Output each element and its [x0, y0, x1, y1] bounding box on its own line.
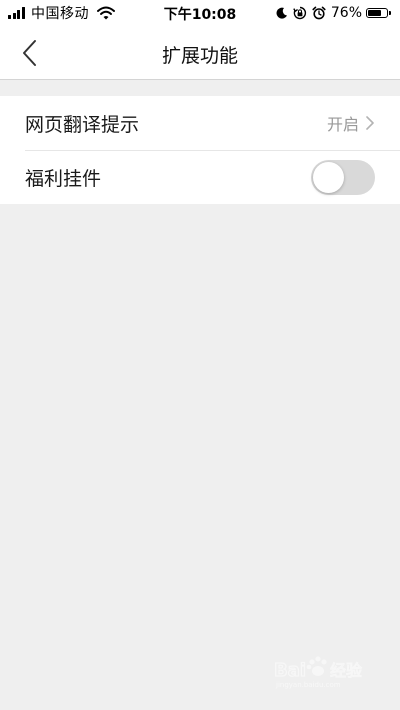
signal-icon: [8, 7, 26, 19]
status-left: 中国移动: [8, 4, 115, 22]
page-title: 扩展功能: [161, 45, 238, 67]
status-bar: 中国移动 下午10:08 76%: [0, 0, 400, 26]
toggle-knob: [313, 161, 344, 193]
back-button[interactable]: [14, 38, 44, 68]
svg-text:Bai: Bai: [274, 660, 306, 681]
setting-value: 开启: [326, 115, 359, 134]
setting-label: 网页翻译提示: [25, 113, 140, 136]
nav-bar: 扩展功能: [0, 26, 400, 80]
battery-tip: [389, 11, 391, 15]
alarm-icon: [312, 6, 326, 20]
status-right: 76%: [271, 4, 391, 22]
moon-icon: [276, 7, 288, 19]
baidu-jingyan-watermark: Bai 经验 jingyan.baidu.com: [273, 650, 374, 690]
battery-fill: [368, 10, 381, 16]
svg-text:经验: 经验: [330, 661, 362, 680]
carrier-label: 中国移动: [31, 6, 89, 22]
setting-label: 福利挂件: [25, 167, 102, 190]
battery-icon: [366, 8, 388, 18]
chevron-right-icon: [365, 115, 375, 131]
rotation-lock-icon: [293, 6, 307, 20]
setting-row-welfare-widget: 福利挂件: [0, 150, 400, 204]
welfare-widget-toggle[interactable]: [311, 159, 375, 195]
status-time: 下午10:08: [163, 7, 237, 23]
settings-list: 网页翻译提示 开启 福利挂件: [0, 96, 400, 204]
setting-row-translate-prompt[interactable]: 网页翻译提示 开启: [0, 96, 400, 150]
svg-text:jingyan.baidu.com: jingyan.baidu.com: [275, 681, 341, 689]
chevron-left-icon: [23, 40, 36, 66]
battery-percent: 76%: [330, 5, 362, 21]
wifi-icon: [97, 6, 115, 20]
